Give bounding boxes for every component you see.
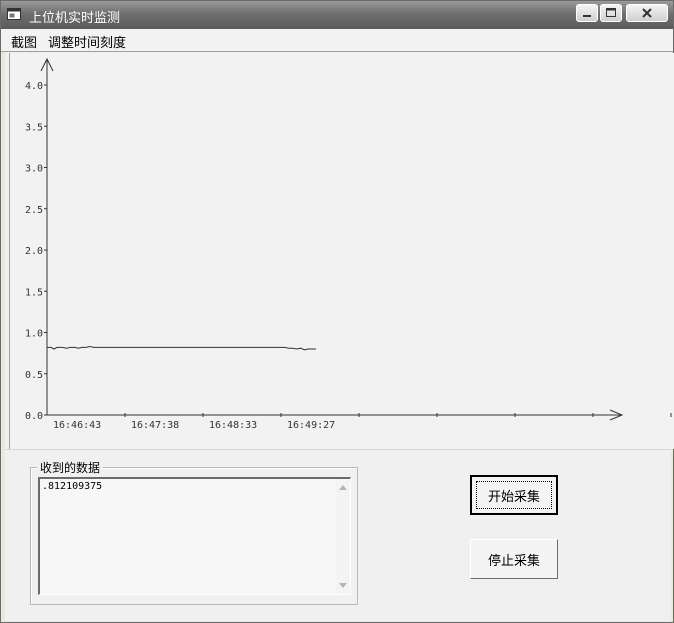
y-tick-label: 2.5	[25, 205, 43, 216]
close-icon	[642, 8, 652, 18]
scroll-down-arrow-icon[interactable]	[339, 583, 347, 588]
minimize-icon	[583, 15, 591, 17]
y-tick-label: 2.0	[25, 246, 43, 257]
textbox-scrollbar[interactable]	[336, 479, 350, 594]
x-tick-label: 16:49:27	[287, 420, 335, 431]
start-capture-label: 开始采集	[487, 489, 540, 505]
chart-canvas: 0.0 0.5 1.0 1.5 2.0 2.5 3.0 3.5 4.0 16:46:43 16:47…	[25, 57, 672, 431]
realtime-chart: 0.0 0.5 1.0 1.5 2.0 2.5 3.0 3.5 4.0 16:46:43 16:47…	[9, 53, 674, 449]
y-tick-label: 0.5	[25, 370, 43, 381]
y-tick-label: 3.0	[25, 164, 43, 175]
menu-item-screenshot[interactable]: 截图	[11, 32, 37, 51]
maximize-icon	[606, 8, 616, 17]
received-data-textbox[interactable]: .812109375	[38, 477, 351, 595]
stop-capture-button[interactable]: 停止采集	[470, 539, 558, 579]
y-tick-label: 0.0	[25, 411, 43, 422]
close-button[interactable]	[626, 4, 668, 22]
menu-bar: 截图 调整时间刻度	[1, 29, 673, 52]
app-window: 上位机实时监测 截图 调整时间刻度 0.0 0.5 1.0 1.5 2.0 2.5 3.0 3…	[0, 0, 674, 623]
y-tick-label: 4.0	[25, 81, 43, 92]
menu-item-adjust-time-scale[interactable]: 调整时间刻度	[48, 32, 126, 51]
received-data-group: 收到的数据 .812109375	[30, 459, 358, 605]
stop-capture-label: 停止采集	[487, 553, 540, 569]
x-tick-label: 16:46:43	[53, 420, 101, 431]
y-tick-label: 1.0	[25, 329, 43, 340]
app-icon	[7, 8, 21, 20]
client-area: 0.0 0.5 1.0 1.5 2.0 2.5 3.0 3.5 4.0 16:46:43 16:47…	[5, 52, 674, 621]
start-capture-button[interactable]: 开始采集	[470, 475, 558, 515]
x-tick-label: 16:48:33	[209, 420, 257, 431]
window-title: 上位机实时监测	[29, 11, 121, 26]
x-tick-label: 16:47:38	[131, 420, 179, 431]
received-data-label: 收到的数据	[37, 459, 104, 476]
scroll-up-arrow-icon[interactable]	[339, 485, 347, 490]
received-data-value: .812109375	[42, 481, 103, 492]
title-bar[interactable]: 上位机实时监测	[1, 1, 673, 29]
y-tick-label: 1.5	[25, 287, 43, 298]
minimize-button[interactable]	[576, 4, 598, 22]
control-panel: 收到的数据 .812109375 开始采集 停止采集	[5, 449, 671, 621]
maximize-button[interactable]	[600, 4, 622, 22]
data-series-line	[47, 345, 317, 351]
y-tick-label: 3.5	[25, 122, 43, 133]
